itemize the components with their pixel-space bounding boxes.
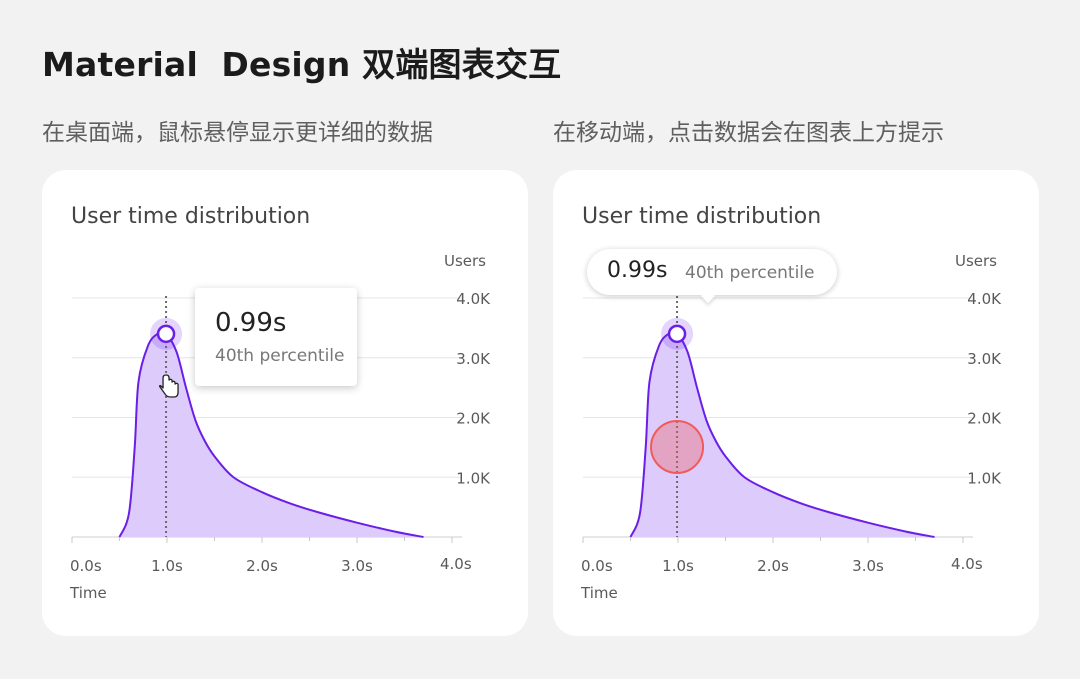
x-axis-label: Time [69, 584, 107, 602]
desktop-chart-card: User time distribution 1.0K 2.0K 3.0K 4.0K 0… [42, 170, 528, 636]
x-tick-label: 2.0s [246, 557, 278, 575]
mobile-caption: 在移动端，点击数据会在图表上方提示 [553, 120, 944, 146]
tooltip-label: 40th percentile [215, 346, 345, 366]
highlight-point [156, 324, 176, 344]
y-tick-label: 2.0K [967, 410, 1002, 428]
y-axis-label: Users [444, 252, 486, 270]
highlight-point [667, 324, 687, 344]
hover-tooltip: 0.99s 40th percentile [195, 288, 357, 386]
x-tick-label: 2.0s [757, 557, 789, 575]
tap-tooltip: 0.99s 40th percentile [587, 249, 837, 304]
tooltip-value: 0.99s [607, 258, 668, 283]
y-tick-label: 3.0K [456, 350, 491, 368]
x-tick-label: 4.0s [440, 555, 472, 573]
y-tick-label: 1.0K [967, 469, 1002, 487]
x-tick-label: 0.0s [70, 557, 102, 575]
x-tick-label: 3.0s [341, 557, 373, 575]
x-tick-label: 1.0s [662, 557, 694, 575]
y-axis-label: Users [955, 252, 997, 270]
x-tick-label: 0.0s [581, 557, 613, 575]
mobile-chart-card: User time distribution 1.0K 2.0K 3.0K 4.0K 0… [553, 170, 1039, 636]
desktop-chart[interactable]: 1.0K 2.0K 3.0K 4.0K 0.0s 1.0s 2.0s 3.0s 4.0s User… [42, 170, 528, 636]
touch-point-indicator [650, 420, 705, 474]
desktop-caption: 在桌面端，鼠标悬停显示更详细的数据 [42, 120, 433, 146]
x-tick-label: 4.0s [951, 555, 983, 573]
y-tick-label: 1.0K [456, 469, 491, 487]
page-title: Material Design 双端图表交互 [42, 45, 562, 84]
mobile-chart[interactable]: 1.0K 2.0K 3.0K 4.0K 0.0s 1.0s 2.0s 3.0s 4.0s User… [553, 170, 1039, 636]
x-tick-label: 1.0s [151, 557, 183, 575]
y-tick-label: 3.0K [967, 350, 1002, 368]
y-tick-label: 2.0K [456, 410, 491, 428]
y-tick-label: 4.0K [456, 290, 491, 308]
y-tick-label: 4.0K [967, 290, 1002, 308]
tooltip-label: 40th percentile [685, 263, 815, 283]
x-tick-label: 3.0s [852, 557, 884, 575]
x-axis-label: Time [580, 584, 618, 602]
tooltip-value: 0.99s [215, 308, 287, 338]
